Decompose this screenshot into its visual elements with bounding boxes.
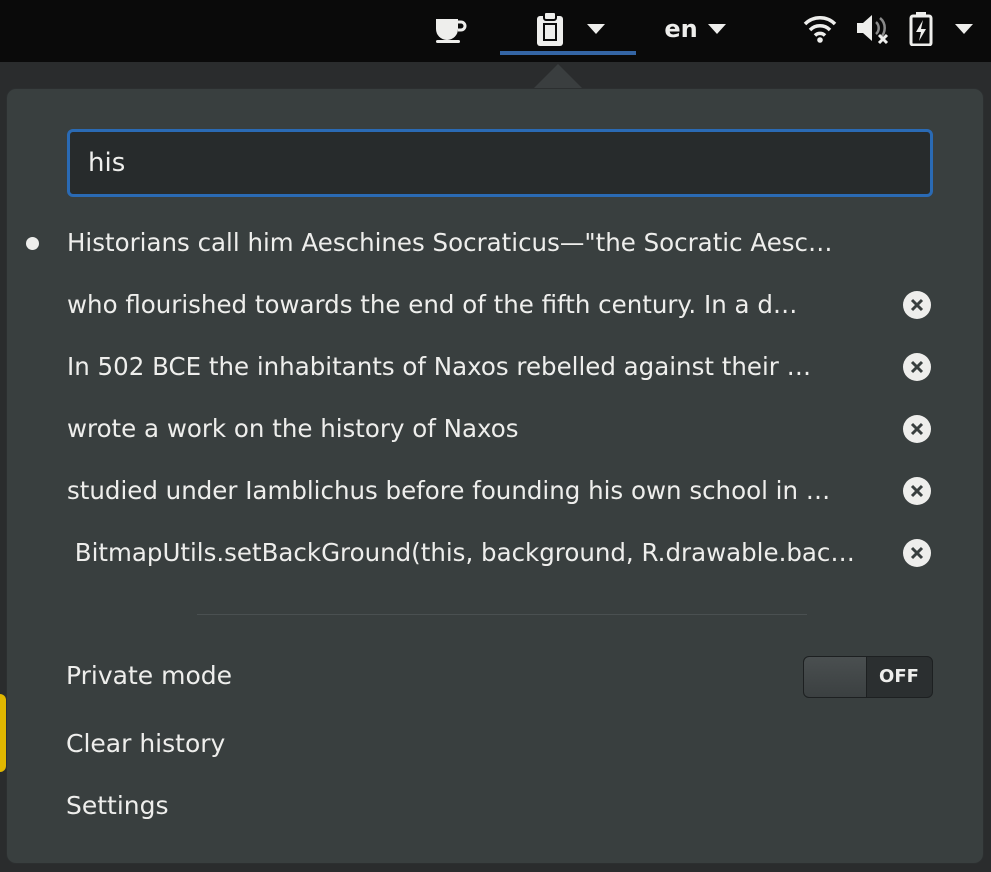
search-input[interactable] <box>67 129 933 197</box>
clipboard-icon <box>537 11 563 46</box>
wifi-icon <box>803 16 836 43</box>
settings-item[interactable]: Settings <box>66 786 169 826</box>
clear-history-item[interactable]: Clear history <box>66 724 225 764</box>
remove-item-button[interactable] <box>903 477 931 505</box>
battery-charging-icon <box>909 12 932 46</box>
popup-pointer <box>532 64 584 90</box>
chevron-down-icon <box>707 24 726 34</box>
history-item[interactable]: Historians call him Aeschines Socraticus… <box>7 215 983 271</box>
history-item[interactable]: wrote a work on the history of Naxos <box>7 401 983 457</box>
history-item-text: wrote a work on the history of Naxos <box>67 414 519 443</box>
clipboard-indicator[interactable] <box>520 0 620 58</box>
chevron-down-icon <box>587 24 605 34</box>
close-icon <box>910 298 924 312</box>
history-item[interactable]: BitmapUtils.setBackGround(this, backgrou… <box>7 525 983 581</box>
toggle-state-label: OFF <box>879 666 919 687</box>
close-icon <box>910 484 924 498</box>
language-indicator[interactable]: en <box>655 0 735 58</box>
history-item-text: who flourished towards the end of the fi… <box>67 290 798 319</box>
remove-item-button[interactable] <box>903 539 931 567</box>
private-mode-label: Private mode <box>66 661 233 690</box>
caffeine-indicator[interactable] <box>424 0 476 58</box>
close-icon <box>910 546 924 560</box>
remove-item-button[interactable] <box>903 415 931 443</box>
close-icon <box>910 422 924 436</box>
remove-item-button[interactable] <box>903 353 931 381</box>
private-mode-toggle[interactable]: OFF <box>803 656 933 698</box>
chevron-down-icon <box>954 24 973 34</box>
remove-item-button[interactable] <box>903 291 931 319</box>
history-item[interactable]: who flourished towards the end of the fi… <box>7 277 983 333</box>
history-item-text: BitmapUtils.setBackGround(this, backgrou… <box>67 538 855 567</box>
history-item-text: In 502 BCE the inhabitants of Naxos rebe… <box>67 352 812 381</box>
active-item-dot <box>26 237 39 250</box>
active-indicator-line <box>500 51 636 55</box>
language-label: en <box>664 15 698 43</box>
history-item-text: studied under Iamblichus before founding… <box>67 476 831 505</box>
coffee-cup-icon <box>436 19 467 43</box>
separator <box>197 614 807 615</box>
toggle-knob <box>804 657 867 697</box>
clipboard-menu: Historians call him Aeschines Socraticus… <box>6 88 984 864</box>
history-item[interactable]: In 502 BCE the inhabitants of Naxos rebe… <box>7 339 983 395</box>
history-item-text: Historians call him Aeschines Socraticus… <box>67 228 833 257</box>
top-bar: en <box>0 0 991 62</box>
system-menu[interactable] <box>790 0 985 58</box>
close-icon <box>910 360 924 374</box>
volume-muted-icon <box>856 15 888 45</box>
history-item[interactable]: studied under Iamblichus before founding… <box>7 463 983 519</box>
